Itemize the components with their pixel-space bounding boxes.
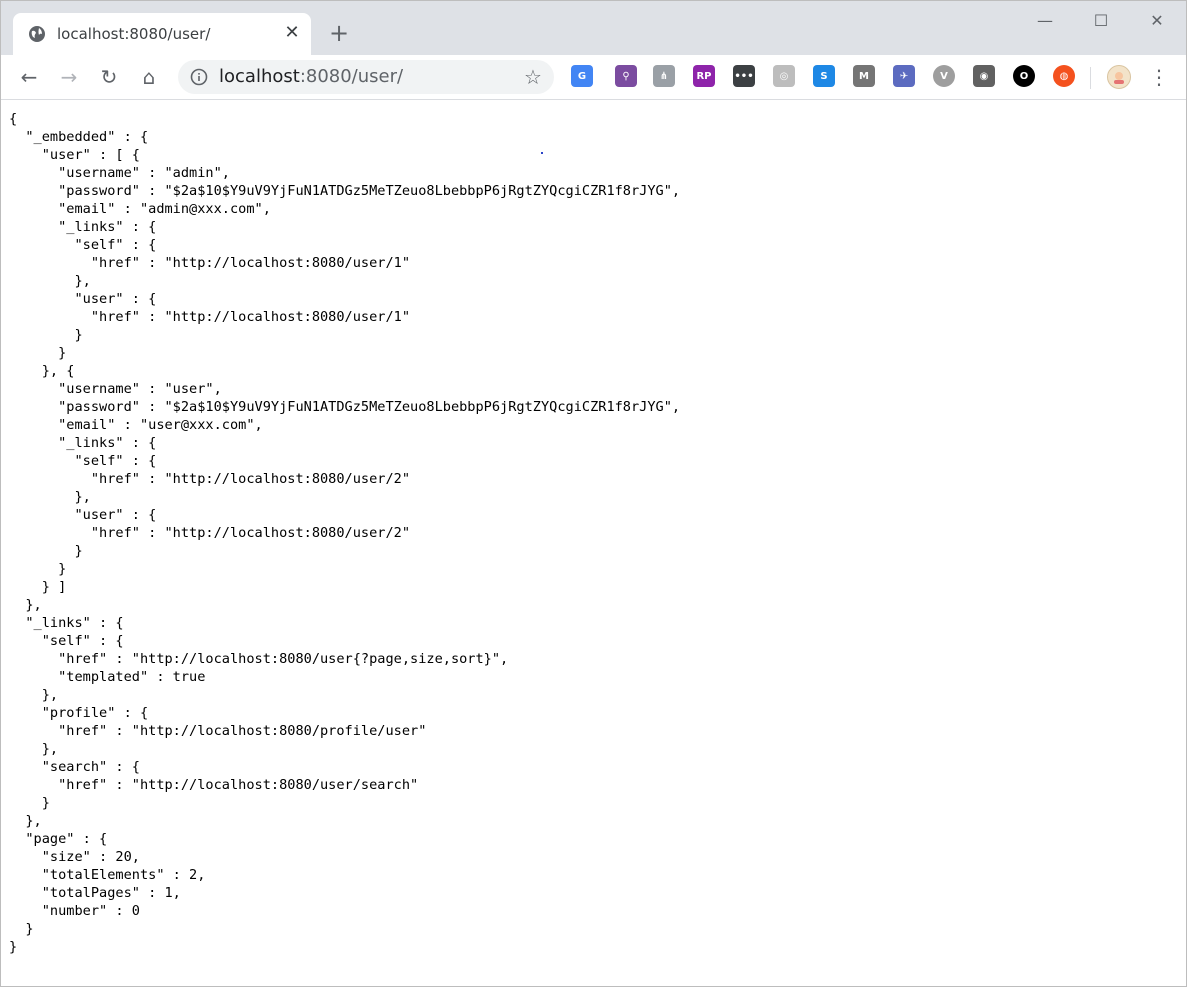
tab-strip: localhost:8080/user/ ✕ + — ☐ ✕	[1, 1, 1186, 55]
target-extension-icon[interactable]: ◎	[773, 65, 795, 87]
color-picker-extension-icon[interactable]: ⚲	[615, 65, 637, 87]
browser-toolbar: ← → ↻ ⌂ localhost:8080/user/ ☆ G ⚲ ⋔ RP ••• ◎…	[1, 55, 1186, 100]
vue-devtools-extension-icon[interactable]: V	[933, 65, 955, 87]
globe-icon	[28, 25, 46, 43]
sitemap-extension-icon[interactable]: ⋔	[653, 65, 675, 87]
axure-rp-extension-icon[interactable]: RP	[693, 65, 715, 87]
browser-window: localhost:8080/user/ ✕ + — ☐ ✕ ← → ↻ ⌂ l…	[0, 0, 1187, 987]
info-icon[interactable]	[190, 68, 208, 86]
maximize-button[interactable]: ☐	[1078, 9, 1124, 33]
toolbar-divider	[1090, 67, 1091, 89]
s-extension-icon[interactable]: S	[813, 65, 835, 87]
close-window-button[interactable]: ✕	[1134, 9, 1180, 33]
dots-extension-icon[interactable]: •••	[733, 65, 755, 87]
google-translate-extension-icon[interactable]: G	[571, 65, 593, 87]
gmail-checker-extension-icon[interactable]: M	[853, 65, 875, 87]
url-text[interactable]: localhost:8080/user/	[219, 66, 403, 87]
tab-close-icon[interactable]: ✕	[281, 22, 303, 44]
menu-icon[interactable]: ⋮	[1149, 63, 1169, 91]
bird-extension-icon[interactable]: ✈	[893, 65, 915, 87]
forward-button[interactable]: →	[55, 63, 83, 91]
new-tab-button[interactable]: +	[325, 19, 353, 47]
stray-dot	[541, 152, 543, 154]
back-button[interactable]: ←	[15, 63, 43, 91]
circle-extension-icon[interactable]: O	[1013, 65, 1035, 87]
json-response: { "_embedded" : { "user" : [ { "username…	[9, 111, 681, 955]
home-button[interactable]: ⌂	[135, 63, 163, 91]
bookmark-star-icon[interactable]: ☆	[522, 66, 544, 88]
url-path: :8080/user/	[299, 66, 404, 87]
page-content: { "_embedded" : { "user" : [ { "username…	[1, 100, 1186, 986]
address-bar[interactable]: localhost:8080/user/ ☆	[178, 60, 554, 94]
eye-extension-icon[interactable]: ◉	[973, 65, 995, 87]
minimize-button[interactable]: —	[1022, 9, 1068, 33]
url-host: localhost	[219, 66, 300, 87]
tab-title: localhost:8080/user/	[57, 25, 211, 43]
lifebuoy-extension-icon[interactable]: ◍	[1053, 65, 1075, 87]
avatar[interactable]	[1107, 65, 1131, 89]
active-tab[interactable]: localhost:8080/user/ ✕	[13, 13, 311, 55]
reload-button[interactable]: ↻	[95, 63, 123, 91]
